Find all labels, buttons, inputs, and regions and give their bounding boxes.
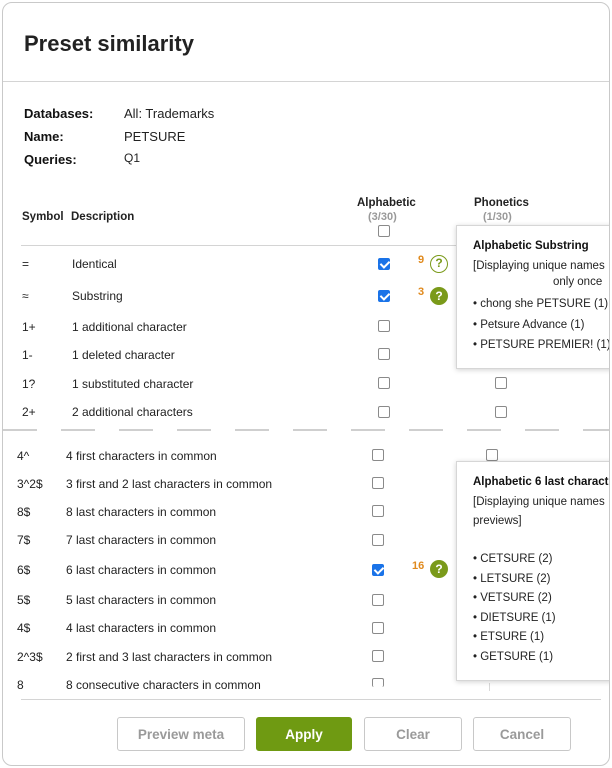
- row-symbol: 4$: [17, 621, 31, 635]
- alphabetic-checkbox[interactable]: [378, 320, 390, 332]
- row-description: 2 first and 3 last characters in common: [66, 650, 273, 664]
- row-symbol: 8: [17, 678, 24, 692]
- row-description: 1 additional character: [72, 320, 187, 334]
- name-value: PETSURE: [124, 129, 186, 144]
- alphabetic-checkbox-6-last[interactable]: [372, 564, 384, 576]
- row-description: 6 last characters in common: [66, 563, 217, 577]
- row-description: Substring: [72, 289, 123, 303]
- row-description: Identical: [72, 257, 117, 271]
- alphabetic-checkbox[interactable]: [378, 348, 390, 360]
- footer-divider: [21, 699, 601, 700]
- popup-note: [Displaying unique names: [473, 260, 605, 272]
- cancel-button[interactable]: Cancel: [473, 717, 571, 751]
- alphabetic-checkbox[interactable]: [372, 622, 384, 634]
- apply-button[interactable]: Apply: [256, 717, 352, 751]
- alphabetic-count: (3/30): [368, 211, 397, 223]
- row-symbol: 4^: [17, 449, 30, 463]
- row-symbol: =: [22, 257, 30, 271]
- alphabetic-checkbox[interactable]: [372, 678, 384, 687]
- databases-value: All: Trademarks: [124, 106, 215, 121]
- row-description: 4 first characters in common: [66, 449, 217, 463]
- phonetics-checkbox[interactable]: [495, 406, 507, 418]
- queries-value: Q1: [124, 151, 141, 165]
- alphabetic-6-last-popup: Alphabetic 6 last charact [Displaying un…: [456, 461, 609, 681]
- phonetics-checkbox[interactable]: [486, 449, 498, 461]
- row-symbol: 1-: [22, 348, 33, 362]
- row-description: 8 last characters in common: [66, 505, 217, 519]
- alphabetic-column-header: Alphabetic: [357, 197, 416, 209]
- clipped-checkbox-edge: [489, 683, 490, 691]
- popup-title: Alphabetic Substring: [473, 240, 589, 252]
- row-description: 3 first and 2 last characters in common: [66, 477, 273, 491]
- help-icon[interactable]: ?: [430, 287, 448, 305]
- row-symbol: 1?: [22, 377, 36, 391]
- row-symbol: ≈: [22, 289, 29, 303]
- popup-note: [Displaying unique names: [473, 496, 605, 508]
- row-symbol: 3^2$: [17, 477, 43, 491]
- popup-note: only once: [553, 276, 603, 288]
- hit-count: 9: [418, 254, 425, 266]
- popup-item: • Petsure Advance (1): [473, 319, 585, 331]
- alphabetic-substring-popup: Alphabetic Substring [Displaying unique …: [456, 225, 610, 369]
- popup-item: • CETSURE (2): [473, 553, 553, 565]
- alphabetic-checkbox[interactable]: [378, 377, 390, 389]
- queries-label: Queries:: [24, 152, 77, 167]
- alphabetic-checkbox[interactable]: [372, 650, 384, 662]
- row-symbol: 2^3$: [17, 650, 43, 664]
- popup-item: • PETSURE PREMIER! (1): [473, 339, 610, 351]
- row-description: 1 deleted character: [72, 348, 175, 362]
- alphabetic-checkbox-identical[interactable]: [378, 258, 390, 270]
- popup-item: • VETSURE (2): [473, 592, 552, 604]
- row-description: 5 last characters in common: [66, 593, 217, 607]
- popup-item: • chong she PETSURE (1): [473, 298, 609, 310]
- popup-item: • LETSURE (2): [473, 573, 551, 585]
- hit-count: 3: [418, 286, 425, 298]
- header-divider: [21, 245, 471, 246]
- name-label: Name:: [24, 129, 64, 144]
- alphabetic-checkbox[interactable]: [372, 534, 384, 546]
- popup-title: Alphabetic 6 last charact: [473, 476, 609, 488]
- alphabetic-checkbox[interactable]: [372, 449, 384, 461]
- row-symbol: 2+: [22, 405, 36, 419]
- row-description: 7 last characters in common: [66, 533, 217, 547]
- row-symbol: 8$: [17, 505, 31, 519]
- alphabetic-checkbox[interactable]: [378, 406, 390, 418]
- phonetics-checkbox[interactable]: [495, 377, 507, 389]
- preset-similarity-dialog: Preset similarity Databases: All: Tradem…: [2, 2, 610, 766]
- hit-count: 16: [412, 560, 425, 572]
- alphabetic-checkbox[interactable]: [372, 594, 384, 606]
- clear-button[interactable]: Clear: [364, 717, 462, 751]
- preview-meta-button[interactable]: Preview meta: [117, 717, 245, 751]
- row-symbol: 6$: [17, 563, 31, 577]
- title-divider: [3, 81, 609, 82]
- row-description: 1 substituted character: [72, 377, 194, 391]
- popup-item: • DIETSURE (1): [473, 612, 556, 624]
- help-icon[interactable]: ?: [430, 255, 448, 273]
- row-symbol: 7$: [17, 533, 31, 547]
- alphabetic-select-all-checkbox[interactable]: [378, 225, 390, 237]
- help-icon[interactable]: ?: [430, 560, 448, 578]
- description-column-header: Description: [71, 211, 135, 223]
- alphabetic-checkbox-substring[interactable]: [378, 290, 390, 302]
- phonetics-column-header: Phonetics: [474, 197, 529, 209]
- dialog-title: Preset similarity: [24, 31, 194, 56]
- symbol-column-header: Symbol: [22, 211, 64, 223]
- phonetics-count: (1/30): [483, 211, 512, 223]
- row-description: 2 additional characters: [72, 405, 193, 419]
- popup-item: • ETSURE (1): [473, 631, 545, 643]
- row-symbol: 1+: [22, 320, 36, 334]
- popup-item: • GETSURE (1): [473, 651, 554, 663]
- row-description: 8 consecutive characters in common: [66, 678, 261, 692]
- popup-note: previews]: [473, 515, 522, 527]
- row-description: 4 last characters in common: [66, 621, 217, 635]
- alphabetic-checkbox[interactable]: [372, 505, 384, 517]
- alphabetic-checkbox[interactable]: [372, 477, 384, 489]
- row-symbol: 5$: [17, 593, 31, 607]
- databases-label: Databases:: [24, 106, 94, 121]
